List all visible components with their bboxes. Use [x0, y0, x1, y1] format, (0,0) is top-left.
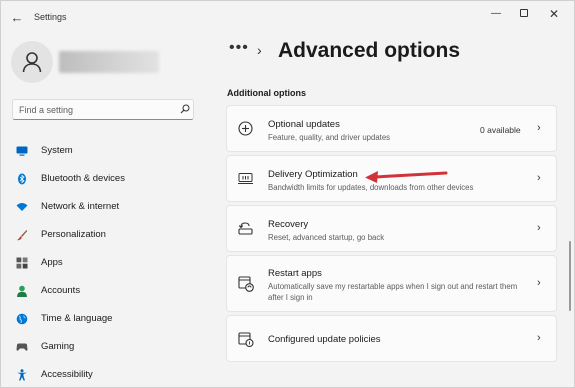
card-title: Delivery Optimization	[268, 169, 358, 180]
app-title: Settings	[34, 12, 67, 22]
sidebar-item-label: Personalization	[41, 229, 106, 240]
card-title: Optional updates	[268, 119, 340, 130]
configured-update-policies-card[interactable]: Configured update policies ›	[226, 315, 557, 362]
sidebar-item-gaming[interactable]: Gaming	[11, 333, 197, 361]
sidebar-item-network[interactable]: Network & internet	[11, 193, 197, 221]
breadcrumb-separator: ›	[257, 42, 262, 58]
sidebar-item-label: Network & internet	[41, 201, 120, 212]
sidebar-item-time-language[interactable]: Time & language	[11, 305, 197, 333]
recovery-card[interactable]: Recovery Reset, advanced startup, go bac…	[226, 205, 557, 252]
avatar[interactable]	[11, 41, 53, 83]
person-icon	[17, 285, 27, 297]
delivery-optimization-card[interactable]: Delivery Optimization Bandwidth limits f…	[226, 155, 557, 202]
apps-icon	[16, 257, 28, 269]
policy-icon	[238, 332, 254, 347]
chevron-right-icon: ›	[537, 277, 541, 289]
maximize-button[interactable]	[511, 5, 537, 23]
search-icon[interactable]	[180, 104, 190, 114]
bluetooth-icon	[18, 173, 26, 185]
card-description: Automatically save my restartable apps w…	[268, 282, 518, 302]
system-icon	[16, 146, 28, 156]
sidebar-item-label: Bluetooth & devices	[41, 173, 125, 184]
optional-updates-card[interactable]: Optional updates Feature, quality, and d…	[226, 105, 557, 152]
sidebar-item-label: Apps	[41, 257, 63, 268]
sidebar-item-apps[interactable]: Apps	[11, 249, 197, 277]
globe-icon	[16, 313, 28, 325]
sidebar-item-label: Accounts	[41, 285, 81, 296]
card-description: Reset, advanced startup, go back	[268, 233, 385, 242]
section-title: Additional options	[227, 88, 306, 98]
chevron-right-icon: ›	[537, 122, 541, 134]
chevron-right-icon: ›	[537, 172, 541, 184]
sidebar-item-accessibility[interactable]: Accessibility	[11, 361, 197, 388]
accessibility-icon	[17, 369, 27, 381]
delivery-optimization-icon	[238, 173, 253, 184]
restart-apps-card[interactable]: Restart apps Automatically save my resta…	[226, 255, 557, 312]
brush-icon	[17, 230, 28, 241]
sidebar-item-accounts[interactable]: Accounts	[11, 277, 197, 305]
sidebar-nav: System Bluetooth & devices Network & int…	[11, 137, 201, 388]
search-input[interactable]	[19, 103, 169, 117]
minimize-button[interactable]: —	[483, 5, 509, 23]
maximize-icon	[520, 9, 528, 18]
sidebar-item-personalization[interactable]: Personalization	[11, 221, 197, 249]
title-bar: ← Settings — ✕	[1, 1, 574, 35]
person-icon	[22, 52, 42, 73]
recovery-icon	[238, 222, 253, 235]
sidebar-item-label: Time & language	[41, 313, 113, 324]
restart-apps-icon	[238, 276, 254, 292]
add-circle-icon	[238, 121, 253, 136]
settings-window: ← Settings — ✕ System	[0, 0, 575, 388]
back-button[interactable]: ←	[7, 8, 27, 28]
chevron-right-icon: ›	[537, 332, 541, 344]
gamepad-icon	[16, 343, 28, 351]
search-box[interactable]	[12, 99, 194, 120]
sidebar-item-bluetooth[interactable]: Bluetooth & devices	[11, 165, 197, 193]
wifi-icon	[16, 203, 28, 211]
sidebar-item-system[interactable]: System	[11, 137, 197, 165]
card-title: Recovery	[268, 219, 309, 230]
card-title: Restart apps	[268, 268, 322, 279]
page-title: Advanced options	[278, 39, 461, 62]
close-button[interactable]: ✕	[541, 5, 567, 23]
card-description: Bandwidth limits for updates, downloads …	[268, 183, 474, 192]
chevron-right-icon: ›	[537, 222, 541, 234]
sidebar-item-label: Gaming	[41, 341, 75, 352]
sidebar-item-label: System	[41, 145, 73, 156]
user-name-redacted	[59, 51, 159, 73]
card-title: Configured update policies	[268, 334, 381, 345]
sidebar-item-label: Accessibility	[41, 369, 93, 380]
breadcrumb-overflow-button[interactable]: •••	[229, 39, 249, 57]
optional-updates-count: 0 available	[480, 125, 521, 135]
scrollbar[interactable]	[569, 241, 571, 311]
